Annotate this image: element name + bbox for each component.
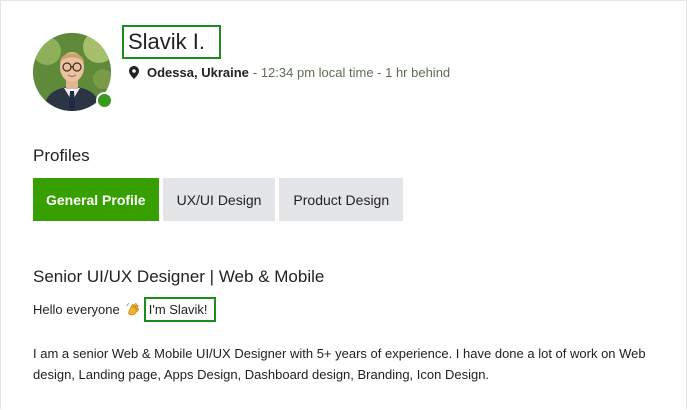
profile-tabs: General Profile UX/UI Design Product Des… [33,178,404,221]
tab-general-profile[interactable]: General Profile [33,178,159,221]
location-pin-icon [129,66,139,79]
local-time: - 12:34 pm local time - 1 hr behind [252,65,451,80]
avatar-container[interactable] [33,33,113,111]
online-status-icon [96,92,113,109]
greeting-text: Hello everyone [33,302,120,317]
profiles-heading: Profiles [33,146,90,165]
waving-hand-icon [126,302,141,317]
location-line: Odessa, Ukraine - 12:34 pm local time - … [129,65,450,80]
profile-card: Slavik I. Odessa, Ukraine - 12:34 pm loc… [0,0,687,409]
location-city: Odessa, Ukraine [147,65,249,80]
tab-ux-ui-design[interactable]: UX/UI Design [162,178,276,221]
tab-product-design[interactable]: Product Design [279,178,404,221]
profile-description: I am a senior Web & Mobile UI/UX Designe… [33,346,646,382]
greeting-line: Hello everyone I'm Slavik! [33,297,216,322]
greeting-highlight: I'm Slavik! [143,297,216,322]
profile-title: Senior UI/UX Designer | Web & Mobile [33,267,325,286]
freelancer-name: Slavik I. [122,25,222,59]
